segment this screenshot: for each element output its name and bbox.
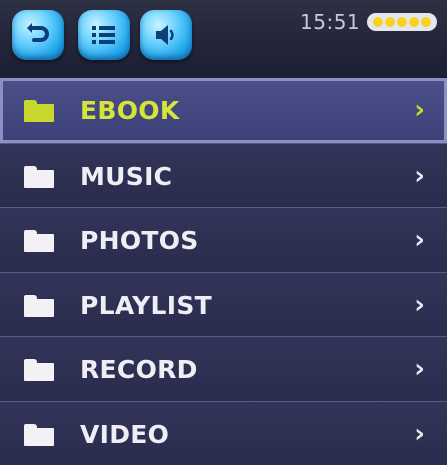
chevron-right-icon: › xyxy=(414,418,425,449)
battery-cell xyxy=(373,17,383,27)
media-player-screen: 15:51 EBOOK › MUSIC › PHOTOS › PLAYLIST xyxy=(0,0,447,465)
chevron-right-icon: › xyxy=(414,354,425,384)
folder-icon xyxy=(24,423,54,446)
menu-item-label: MUSIC xyxy=(80,161,173,191)
main-menu: EBOOK › MUSIC › PHOTOS › PLAYLIST › RECO… xyxy=(0,78,447,465)
battery-indicator xyxy=(367,13,437,31)
folder-icon xyxy=(24,100,54,122)
folder-icon xyxy=(24,230,54,252)
menu-item-playlist[interactable]: PLAYLIST › xyxy=(0,271,447,336)
folder-icon xyxy=(24,165,54,188)
menu-item-record[interactable]: RECORD › xyxy=(0,336,447,401)
folder-icon xyxy=(24,294,54,317)
chevron-right-icon: › xyxy=(414,160,425,191)
battery-cell xyxy=(385,17,395,27)
battery-cell xyxy=(397,17,407,27)
back-icon xyxy=(25,22,51,48)
battery-cell xyxy=(409,17,419,27)
status-bar: 15:51 xyxy=(0,0,447,78)
menu-item-ebook[interactable]: EBOOK › xyxy=(0,78,447,143)
folder-icon xyxy=(24,359,54,381)
menu-item-label: RECORD xyxy=(80,355,198,384)
back-button[interactable] xyxy=(12,10,64,60)
battery-cell xyxy=(421,17,431,27)
menu-list-button[interactable] xyxy=(78,10,130,60)
chevron-right-icon: › xyxy=(414,289,425,320)
menu-item-label: PHOTOS xyxy=(80,226,199,255)
chevron-right-icon: › xyxy=(414,225,425,255)
list-icon xyxy=(91,24,117,46)
menu-item-label: EBOOK xyxy=(80,96,180,125)
speaker-icon xyxy=(153,23,179,47)
menu-item-photos[interactable]: PHOTOS › xyxy=(0,207,447,272)
menu-item-music[interactable]: MUSIC › xyxy=(0,142,447,207)
chevron-right-icon: › xyxy=(414,95,425,125)
menu-item-label: VIDEO xyxy=(80,419,170,449)
volume-button[interactable] xyxy=(140,10,192,60)
clock: 15:51 xyxy=(300,10,361,34)
menu-item-label: PLAYLIST xyxy=(80,290,213,320)
menu-item-video[interactable]: VIDEO › xyxy=(0,400,447,465)
